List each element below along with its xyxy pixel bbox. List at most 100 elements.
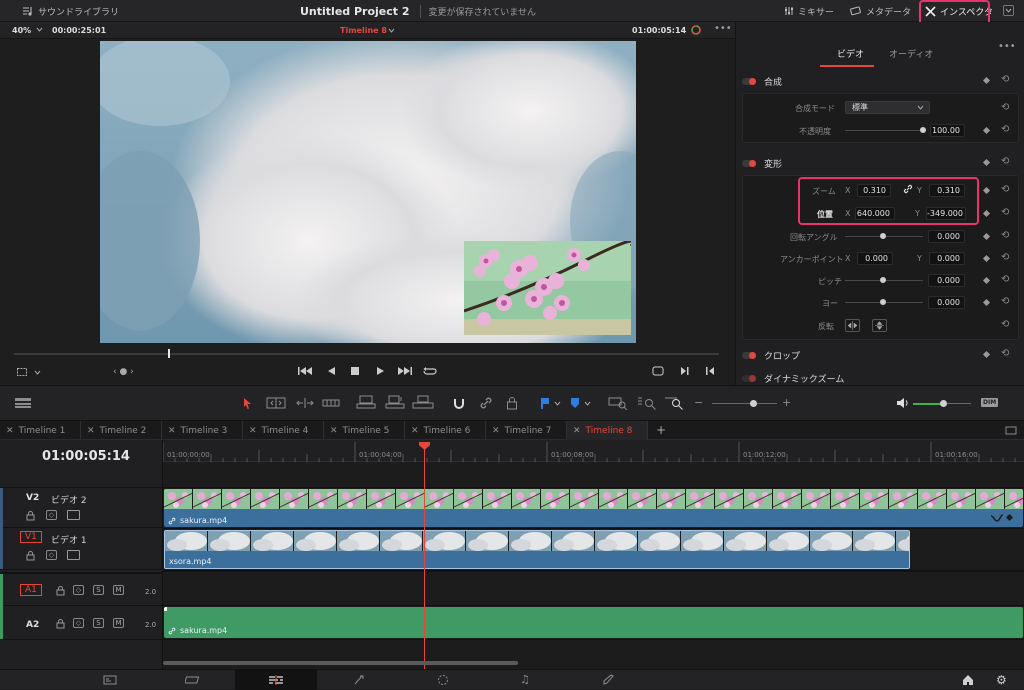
trim-tool-icon[interactable] [266,397,286,409]
reset-icon[interactable]: ⟲ [1001,184,1009,195]
reset-icon[interactable]: ⟲ [1001,319,1009,330]
flip-vertical-icon[interactable] [872,319,887,332]
solo-button[interactable]: S [93,585,104,595]
reset-icon[interactable]: ⟲ [1001,252,1009,263]
layout-icon[interactable] [14,397,32,409]
playhead[interactable] [424,444,425,669]
add-tab-icon[interactable]: + [656,423,666,437]
scrub-playhead[interactable] [168,349,170,358]
zoom-out-icon[interactable]: − [694,396,703,409]
tab-timeline-4[interactable]: ✕ Timeline 4 [243,421,324,440]
track-header-v2[interactable]: V2 ビデオ 2 ◇ [0,487,163,528]
reset-icon[interactable]: ⟲ [1001,124,1009,135]
marker-icon[interactable] [570,397,580,409]
clip-v1[interactable]: xsora.mp4 [164,530,910,569]
opacity-slider-knob[interactable] [920,127,926,133]
mute-button[interactable]: M [113,618,124,628]
reset-icon[interactable]: ⟲ [1001,102,1009,113]
close-icon[interactable]: ✕ [249,426,257,436]
dynamic-zoom-toggle[interactable] [742,375,756,382]
track-enable-icon[interactable] [67,550,80,560]
overwrite-clip-icon[interactable] [385,395,405,409]
zoom-y-field[interactable]: 0.310 [929,184,965,197]
close-icon[interactable]: ✕ [330,426,338,436]
chevron-down-icon[interactable] [584,401,591,406]
color-page-icon[interactable] [437,674,449,686]
track-header-v1[interactable]: V1 ビデオ 1 ◇ [0,528,163,570]
link-icon[interactable] [479,396,493,410]
next-edit-icon[interactable] [680,366,690,376]
anchor-y-field[interactable]: 0.000 [929,252,965,265]
more-options-icon[interactable]: ••• [714,23,732,34]
deliver-page-icon[interactable] [602,674,614,686]
track-header-a2[interactable]: A2 ◇ S M 2.0 [0,606,163,640]
reset-icon[interactable]: ⟲ [1001,156,1009,167]
close-icon[interactable]: ✕ [411,426,419,436]
cut-page-icon[interactable] [185,675,201,685]
reset-icon[interactable]: ⟲ [1001,74,1009,85]
zoom-level[interactable]: 40% [12,26,31,35]
rotation-field[interactable]: 0.000 [928,230,965,243]
auto-select-icon[interactable]: ◇ [46,510,57,520]
zoom-full-icon[interactable] [608,396,628,410]
anchor-x-field[interactable]: 0.000 [857,252,893,265]
expand-icon[interactable] [1003,5,1014,16]
transform-toggle[interactable] [742,159,756,167]
clip-a2[interactable]: sakura.mp4 [164,607,1023,638]
lock-icon[interactable] [56,618,65,629]
composite-toggle[interactable] [742,77,756,85]
auto-select-icon[interactable]: ◇ [73,618,84,628]
close-icon[interactable]: ✕ [6,426,14,436]
metadata-button[interactable]: メタデータ [850,0,911,22]
opacity-slider[interactable] [845,130,923,131]
lock-icon[interactable] [26,550,35,561]
blend-mode-select[interactable]: 標準 [845,101,930,114]
snapping-icon[interactable] [452,396,466,410]
pitch-field[interactable]: 0.000 [928,274,965,287]
horizontal-scrollbar[interactable] [163,661,518,665]
speaker-icon[interactable] [896,397,910,409]
tab-options-icon[interactable] [1005,426,1017,435]
chevron-down-icon[interactable] [34,370,41,375]
close-icon[interactable]: ✕ [573,426,581,436]
clip-v2[interactable]: sakura.mp4 [164,489,1023,527]
keyframe-icon[interactable] [1005,513,1014,522]
blade-tool-icon[interactable] [322,397,340,409]
transform-section-header[interactable]: 変形 [742,154,1017,172]
reset-icon[interactable]: ⟲ [1001,207,1009,218]
frame-nav-icon[interactable]: ‹ ● › [113,367,134,377]
color-wheel-icon[interactable] [691,25,701,35]
curve-icon[interactable] [990,513,1004,523]
tab-audio[interactable]: オーディオ [889,47,933,60]
track-label-v1[interactable]: V1 [20,531,42,543]
reset-icon[interactable]: ⟲ [1001,348,1009,359]
timeline-zoom-slider[interactable] [712,403,777,404]
loop-icon[interactable] [423,365,437,377]
fusion-page-icon[interactable] [353,674,365,686]
auto-select-icon[interactable]: ◇ [73,585,84,595]
chevron-down-icon[interactable] [36,27,43,32]
close-icon[interactable]: ✕ [168,426,176,436]
crop-toggle[interactable] [742,351,756,359]
lock-icon[interactable] [56,585,65,596]
flag-icon[interactable] [540,397,550,409]
link-icon[interactable] [903,184,913,194]
track-name-v1[interactable]: ビデオ 1 [51,533,87,546]
match-frame-icon[interactable] [652,366,664,376]
reverse-icon[interactable] [327,366,336,376]
volume-track[interactable] [945,403,971,404]
go-to-start-icon[interactable] [298,366,312,376]
close-icon[interactable]: ✕ [492,426,500,436]
track-header-a1[interactable]: A1 ◇ S M 2.0 [0,572,163,607]
track-enable-icon[interactable] [67,510,80,520]
crop-section-header[interactable]: クロップ [742,346,1017,364]
reset-icon[interactable]: ⟲ [1001,230,1009,241]
settings-gear-icon[interactable]: ⚙ [996,673,1007,687]
sound-library-button[interactable]: サウンドライブラリ [22,0,119,22]
prev-edit-icon[interactable] [705,366,715,376]
video-frame[interactable] [100,41,636,343]
more-options-icon[interactable]: ••• [998,41,1016,52]
yaw-field[interactable]: 0.000 [928,296,965,309]
insert-clip-icon[interactable] [356,395,376,409]
chevron-down-icon[interactable] [388,28,395,33]
